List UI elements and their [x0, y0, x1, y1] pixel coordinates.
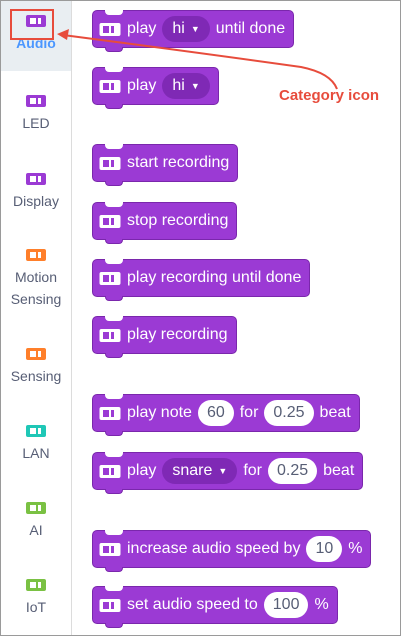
- note-number-input[interactable]: 60: [197, 400, 234, 426]
- set-audio-speed-block[interactable]: set audio speed to 100 %: [92, 586, 338, 628]
- category-label: IoT: [25, 599, 47, 615]
- caret-down-icon: ▼: [190, 24, 200, 34]
- category-icon-highlight-box: [10, 9, 54, 40]
- block-text: play: [127, 462, 157, 479]
- block-text: beat: [323, 462, 355, 479]
- play-note-block[interactable]: play note 60 for 0.25 beat: [92, 394, 360, 436]
- increase-audio-speed-block[interactable]: increase audio speed by 10 %: [92, 530, 372, 572]
- block-text: set audio speed to: [127, 596, 258, 613]
- sensing-module-icon: [26, 348, 46, 360]
- block-text: %: [348, 540, 363, 557]
- category-icon-callout: Category icon: [279, 87, 380, 104]
- block-text: play: [127, 20, 157, 37]
- audio-module-icon: [99, 542, 121, 556]
- audio-module-icon: [99, 22, 121, 36]
- speed-number-input[interactable]: 10: [306, 536, 343, 562]
- block-text: increase audio speed by: [127, 540, 301, 557]
- category-display[interactable]: Display: [1, 171, 71, 212]
- blocks-palette-window: Audio LED Display Motion Sensing Sensing…: [0, 0, 401, 636]
- category-ai[interactable]: AI: [1, 500, 71, 541]
- category-label: Display: [13, 193, 59, 209]
- block-text: for: [239, 404, 259, 421]
- block-text: play recording until done: [127, 269, 302, 286]
- ai-module-icon: [26, 502, 46, 514]
- dropdown-value: snare: [172, 462, 213, 479]
- play-sound-block[interactable]: play hi ▼: [92, 67, 219, 109]
- sound-dropdown[interactable]: hi ▼: [162, 73, 210, 99]
- category-label: AI: [29, 522, 43, 538]
- block-text: start recording: [127, 154, 230, 171]
- speed-number-input[interactable]: 100: [263, 592, 309, 618]
- block-text: play note: [127, 404, 192, 421]
- audio-module-icon: [99, 406, 121, 420]
- drum-dropdown[interactable]: snare ▼: [162, 458, 238, 484]
- block-text: stop recording: [127, 212, 229, 229]
- dropdown-value: hi: [172, 20, 185, 37]
- category-sidebar: Audio LED Display Motion Sensing Sensing…: [1, 1, 72, 635]
- audio-module-icon: [99, 214, 121, 228]
- play-recording-until-done-block[interactable]: play recording until done: [92, 259, 311, 301]
- motion-sensing-module-icon: [26, 249, 46, 261]
- block-text: beat: [319, 404, 351, 421]
- category-lan[interactable]: LAN: [1, 423, 71, 464]
- dropdown-value: hi: [172, 77, 185, 94]
- caret-down-icon: ▼: [190, 81, 200, 91]
- audio-module-icon: [99, 464, 121, 478]
- category-led[interactable]: LED: [1, 93, 71, 134]
- audio-module-icon: [99, 328, 121, 342]
- audio-module-icon: [99, 79, 121, 93]
- category-label: Motion Sensing: [10, 269, 62, 307]
- block-text: for: [243, 462, 262, 479]
- audio-module-icon: [99, 271, 121, 285]
- stop-recording-block[interactable]: stop recording: [92, 202, 238, 244]
- block-text: %: [314, 596, 329, 613]
- play-sound-until-done-block[interactable]: play hi ▼ until done: [92, 10, 295, 52]
- audio-module-icon: [99, 598, 121, 612]
- iot-module-icon: [26, 579, 46, 591]
- beat-number-input[interactable]: 0.25: [264, 400, 314, 426]
- category-motion-sensing[interactable]: Motion Sensing: [1, 247, 71, 310]
- category-label: Sensing: [10, 368, 62, 384]
- audio-module-icon: [99, 156, 121, 170]
- caret-down-icon: ▼: [218, 466, 228, 476]
- start-recording-block[interactable]: start recording: [92, 144, 239, 186]
- category-label: LED: [22, 115, 50, 131]
- category-iot[interactable]: IoT: [1, 577, 71, 618]
- led-module-icon: [26, 95, 46, 107]
- play-recording-block[interactable]: play recording: [92, 316, 237, 358]
- display-module-icon: [26, 173, 46, 185]
- play-drum-block[interactable]: play snare ▼ for 0.25 beat: [92, 452, 364, 494]
- category-label: LAN: [22, 445, 50, 461]
- lan-module-icon: [26, 425, 46, 437]
- block-text: until done: [215, 20, 286, 37]
- block-text: play: [127, 77, 157, 94]
- beat-number-input[interactable]: 0.25: [267, 458, 318, 484]
- category-sensing[interactable]: Sensing: [1, 346, 71, 387]
- sound-dropdown[interactable]: hi ▼: [162, 16, 210, 42]
- block-text: play recording: [127, 326, 228, 343]
